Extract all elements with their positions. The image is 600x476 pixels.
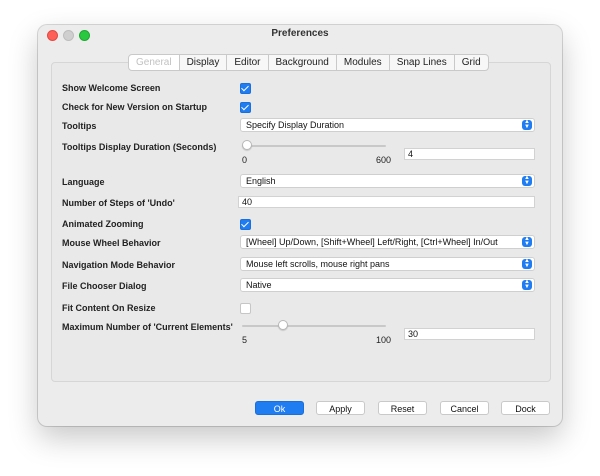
tooltip-duration-field-value: 4 [408,149,414,159]
language-row: Language English ▲ ▼ [62,174,542,192]
check-version-label: Check for New Version on Startup [62,102,208,112]
file-chooser-select[interactable]: Native ▲ ▼ [240,278,535,292]
navigation-mode-select[interactable]: Mouse left scrolls, mouse right pans ▲ ▼ [240,257,535,271]
mouse-wheel-select-value: [Wheel] Up/Down, [Shift+Wheel] Left/Righ… [246,237,498,247]
file-chooser-label: File Chooser Dialog [62,281,147,291]
mouse-wheel-row: Mouse Wheel Behavior [Wheel] Up/Down, [S… [62,235,542,253]
undo-steps-field-value: 40 [242,197,253,207]
navigation-mode-select-value: Mouse left scrolls, mouse right pans [246,259,390,269]
file-chooser-row: File Chooser Dialog Native ▲ ▼ [62,278,542,296]
tab-editor[interactable]: Editor [227,54,269,71]
slider-min-label: 5 [242,335,248,345]
animated-zoom-label: Animated Zooming [62,219,144,229]
slider-max-label: 600 [376,155,392,165]
apply-button[interactable]: Apply [316,401,365,415]
mouse-wheel-label: Mouse Wheel Behavior [62,238,161,248]
slider-thumb[interactable] [242,140,252,150]
max-elements-row: Maximum Number of 'Current Elements' 5 1… [62,319,542,351]
tab-general[interactable]: General [128,54,180,71]
tab-grid[interactable]: Grid [454,54,489,71]
welcome-screen-label: Show Welcome Screen [62,83,161,93]
animated-zoom-checkbox[interactable] [240,219,251,230]
check-version-checkbox[interactable] [240,102,251,113]
fit-content-checkbox[interactable] [240,303,251,314]
tooltips-row: Tooltips Specify Display Duration ▲ ▼ [62,118,542,136]
undo-steps-field[interactable]: 40 [238,196,535,208]
tooltip-duration-label: Tooltips Display Duration (Seconds) [62,142,217,152]
max-elements-field-value: 30 [408,329,419,339]
tooltips-label: Tooltips [62,121,97,131]
language-select-value: English [246,176,276,186]
ok-button[interactable]: Ok [255,401,304,415]
undo-label: Number of Steps of 'Undo' [62,198,175,208]
tab-display[interactable]: Display [179,54,228,71]
select-arrows-icon: ▲ ▼ [522,236,532,247]
slider-min-label: 0 [242,155,248,165]
tooltip-duration-row: Tooltips Display Duration (Seconds) 0 60… [62,139,542,171]
max-elements-field[interactable]: 30 [404,328,535,340]
navigation-mode-label: Navigation Mode Behavior [62,260,176,270]
welcome-screen-checkbox[interactable] [240,83,251,94]
undo-row: Number of Steps of 'Undo' 40 [62,195,542,213]
file-chooser-select-value: Native [246,280,272,290]
slider-track [242,145,386,147]
tooltip-duration-slider[interactable]: 0 600 [242,139,412,169]
reset-button[interactable]: Reset [378,401,427,415]
slider-thumb[interactable] [278,320,288,330]
tab-snap-lines[interactable]: Snap Lines [389,54,455,71]
fit-content-row: Fit Content On Resize [62,300,542,318]
welcome-screen-row: Show Welcome Screen [62,80,542,98]
tooltips-select[interactable]: Specify Display Duration ▲ ▼ [240,118,535,132]
slider-track [242,325,386,327]
window-title: Preferences [271,28,329,39]
dock-button[interactable]: Dock [501,401,550,415]
tab-modules[interactable]: Modules [336,54,390,71]
tab-background[interactable]: Background [268,54,337,71]
max-elements-slider[interactable]: 5 100 [242,319,412,349]
check-version-row: Check for New Version on Startup [62,99,542,117]
animated-zoom-row: Animated Zooming [62,216,542,234]
tooltips-select-value: Specify Display Duration [246,120,345,130]
select-arrows-icon: ▲ ▼ [522,175,532,186]
preferences-tabs: General Display Editor Background Module… [128,54,489,71]
mouse-wheel-select[interactable]: [Wheel] Up/Down, [Shift+Wheel] Left/Righ… [240,235,535,249]
title-bar[interactable]: Preferences [38,25,562,45]
fit-content-label: Fit Content On Resize [62,303,156,313]
language-label: Language [62,177,105,187]
language-select[interactable]: English ▲ ▼ [240,174,535,188]
preferences-window: Preferences General Display Editor Backg… [38,25,562,426]
max-elements-label: Maximum Number of 'Current Elements' [62,322,233,332]
select-arrows-icon: ▲ ▼ [522,279,532,290]
select-arrows-icon: ▲ ▼ [522,258,532,269]
navigation-mode-row: Navigation Mode Behavior Mouse left scro… [62,257,542,275]
cancel-button[interactable]: Cancel [440,401,489,415]
tooltip-duration-field[interactable]: 4 [404,148,535,160]
slider-max-label: 100 [376,335,392,345]
select-arrows-icon: ▲ ▼ [522,119,532,130]
